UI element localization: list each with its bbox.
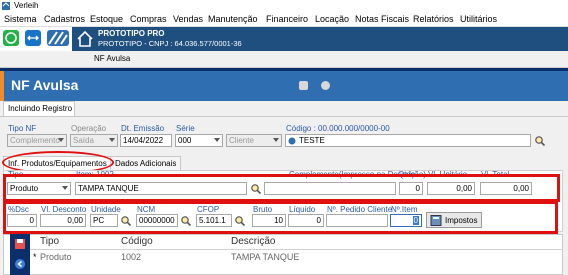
record-icon[interactable]: [320, 80, 331, 91]
operacao-value: Saída: [73, 136, 94, 145]
menu-utilitarios[interactable]: Utilitários: [460, 14, 497, 24]
operacao-select[interactable]: Saída: [70, 134, 118, 147]
title-bar: Verleih: [0, 0, 568, 12]
cell-tipo[interactable]: Produto: [40, 252, 72, 262]
company-cnpj: PROTOTIPO - CNPJ : 64.036.577/0001-36: [98, 39, 242, 48]
tipo-nf-select[interactable]: Complemento: [7, 134, 67, 147]
menu-sistema[interactable]: Sistema: [4, 14, 37, 24]
tipo-nf-value: Complemento: [10, 136, 60, 145]
menu-vendas[interactable]: Vendas: [173, 14, 203, 24]
row-marker: *: [33, 252, 37, 262]
cell-descricao[interactable]: TAMPA TANQUE: [231, 252, 299, 262]
serie-select[interactable]: 000: [175, 134, 223, 147]
globe-icon: [288, 137, 296, 145]
app-icon: [2, 2, 10, 10]
menu-cadastros[interactable]: Cadastros: [44, 14, 85, 24]
menu-financeiro[interactable]: Financeiro: [266, 14, 308, 24]
company-name: PROTOTIPO PRO: [98, 29, 165, 38]
mode-tab[interactable]: Incluindo Registro: [3, 101, 75, 116]
tipo-nf-label: Tipo NF: [8, 124, 37, 133]
back-icon[interactable]: [14, 258, 26, 270]
tab-dados-adicionais[interactable]: Dados Adicionais: [110, 156, 182, 170]
menu-relatorios[interactable]: Relatórios: [413, 14, 454, 24]
codigo-input[interactable]: TESTE: [285, 134, 531, 147]
chevron-down-icon: [273, 138, 279, 142]
chevron-down-icon: [214, 138, 220, 142]
menu-notas-fiscais[interactable]: Notas Fiscais: [355, 14, 409, 24]
chevron-down-icon: [109, 138, 115, 142]
stop-icon[interactable]: [298, 80, 309, 91]
cliente-value: Cliente: [229, 136, 254, 145]
window-title: Verleih: [14, 1, 39, 10]
dt-emissao-input[interactable]: 14/04/2022: [120, 134, 172, 147]
cell-codigo[interactable]: 1002: [121, 252, 141, 262]
menu-estoque[interactable]: Estoque: [90, 14, 123, 24]
tab-nf-avulsa[interactable]: NF Avulsa: [94, 54, 130, 63]
highlight-box: [3, 174, 560, 202]
page-title: NF Avulsa: [11, 77, 79, 93]
whatsapp-icon[interactable]: [3, 30, 19, 46]
serie-value: 000: [178, 136, 192, 145]
tab-strip: NF Avulsa: [0, 51, 568, 68]
serie-label: Série: [176, 124, 195, 133]
teamviewer-icon[interactable]: [25, 30, 41, 46]
divider: [0, 116, 568, 117]
menu-locacao[interactable]: Locação: [315, 14, 349, 24]
logo-icon: [47, 30, 69, 46]
page-header: NF Avulsa: [0, 71, 568, 101]
column-header-tipo[interactable]: Tipo: [40, 236, 59, 247]
home-icon: [77, 30, 93, 47]
cliente-select[interactable]: Cliente: [226, 134, 282, 147]
grid-sidebar: [10, 234, 30, 275]
highlight-box: [3, 201, 558, 234]
grid-divider: [30, 249, 563, 250]
menu-manutencao[interactable]: Manutenção: [208, 14, 258, 24]
codigo-label: Código : 00.000.000/0000-00: [286, 124, 390, 133]
menu-compras[interactable]: Compras: [130, 14, 167, 24]
company-bar: PROTOTIPO PRO PROTOTIPO - CNPJ : 64.036.…: [72, 27, 568, 51]
column-header-codigo[interactable]: Código: [121, 236, 153, 247]
mode-tab-label: Incluindo Registro: [8, 104, 73, 113]
column-header-descricao[interactable]: Descrição: [231, 236, 275, 247]
menu-bar: Sistema Cadastros Estoque Compras Vendas…: [0, 12, 568, 27]
accent-bar: [0, 71, 4, 101]
save-icon[interactable]: [14, 238, 26, 250]
codigo-value: TESTE: [299, 136, 325, 145]
chevron-down-icon: [58, 138, 64, 142]
search-icon[interactable]: [534, 135, 546, 147]
dt-emissao-label: Dt. Emissão: [121, 124, 165, 133]
operacao-label: Operação: [71, 124, 107, 133]
